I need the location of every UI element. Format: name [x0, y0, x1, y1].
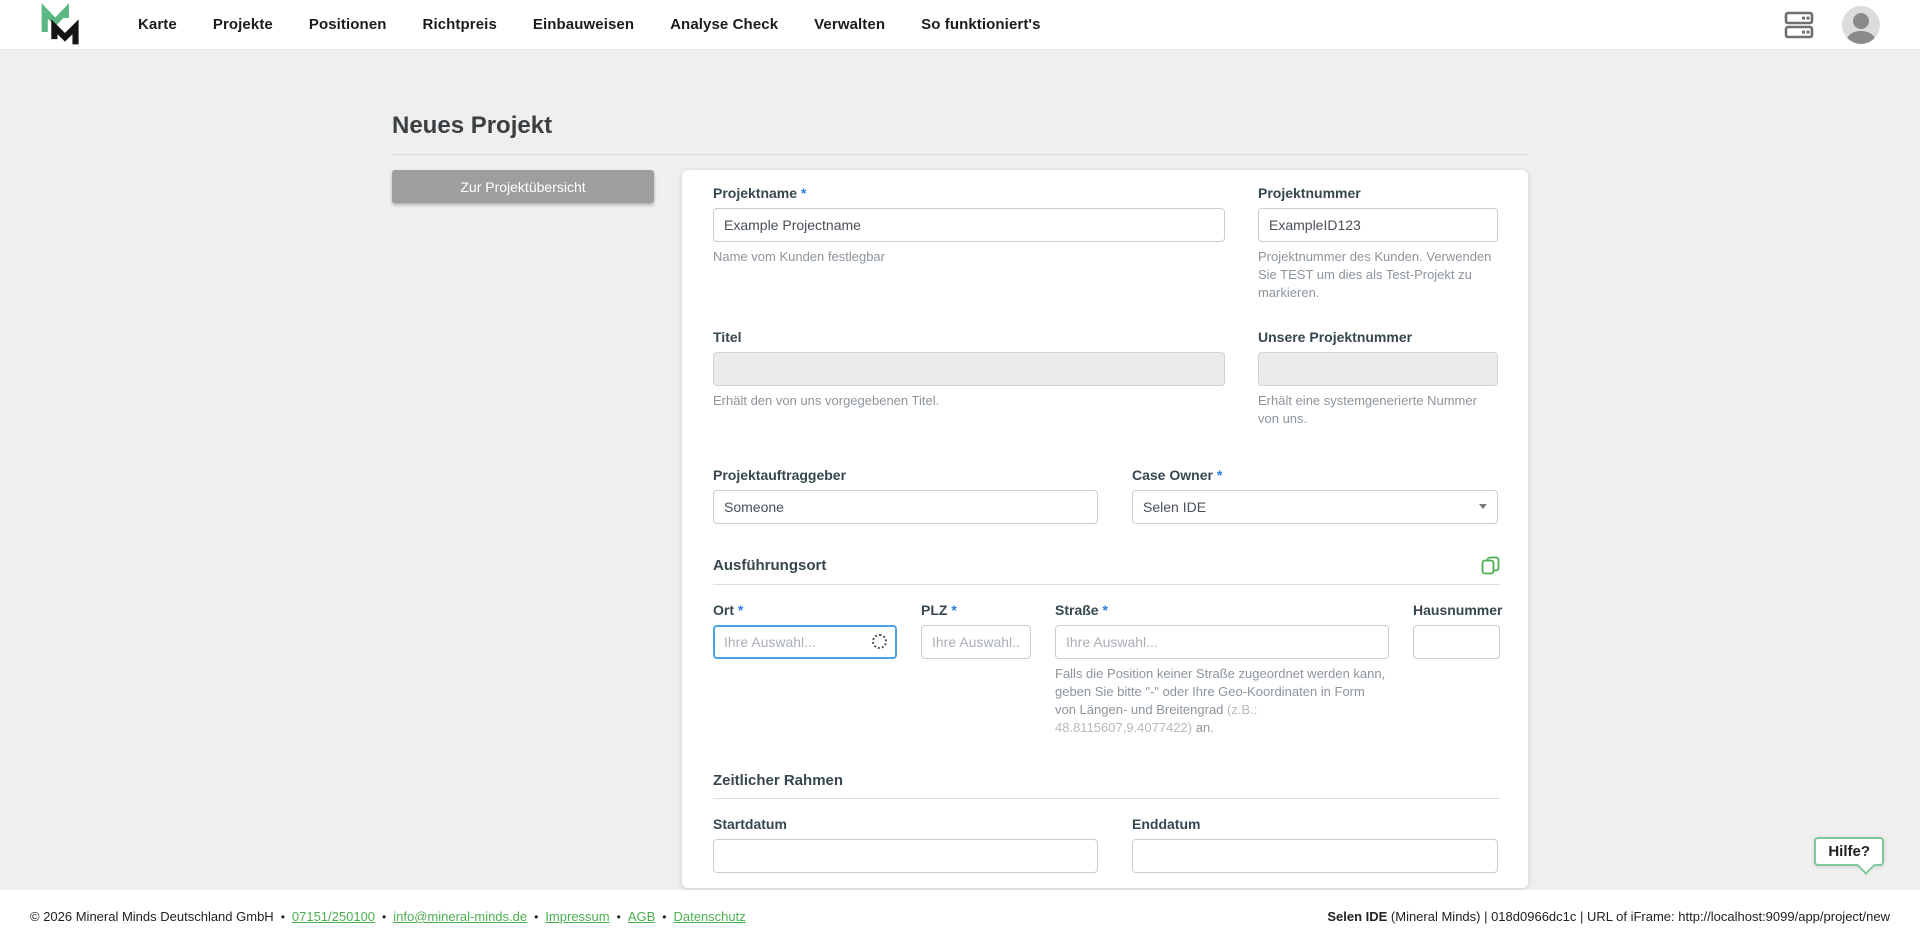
field-strasse: Straße Falls die Position keiner Straße …	[1055, 601, 1389, 737]
top-navigation-bar: Karte Projekte Positionen Richtpreis Ein…	[0, 0, 1920, 50]
unsere-projektnummer-input	[1258, 352, 1498, 386]
zeitlicher-rahmen-heading: Zeitlicher Rahmen	[713, 772, 843, 789]
nav-item-karte[interactable]: Karte	[138, 16, 177, 33]
ausfuehrungsort-heading: Ausführungsort	[713, 557, 826, 574]
section-zeitlicher-rahmen: Zeitlicher Rahmen	[713, 772, 1500, 799]
ort-label: Ort	[713, 601, 897, 619]
project-overview-button[interactable]: Zur Projektübersicht	[392, 170, 654, 203]
footer-link-impressum[interactable]: Impressum	[545, 909, 609, 924]
user-avatar-icon[interactable]	[1842, 6, 1880, 44]
strasse-label: Straße	[1055, 601, 1389, 619]
startdatum-input[interactable]	[713, 839, 1098, 873]
field-startdatum: Startdatum	[713, 815, 1098, 873]
strasse-input[interactable]	[1055, 625, 1389, 659]
footer-separator	[527, 909, 545, 924]
field-enddatum: Enddatum	[1132, 815, 1498, 873]
case-owner-select[interactable]: Selen IDE	[1132, 490, 1498, 524]
field-hausnummer: Hausnummer	[1413, 601, 1500, 737]
nav-item-projekte[interactable]: Projekte	[213, 16, 273, 33]
left-column: Zur Projektübersicht	[392, 170, 654, 888]
hausnummer-input[interactable]	[1413, 625, 1500, 659]
field-ort: Ort	[713, 601, 897, 737]
projektnummer-input[interactable]	[1258, 208, 1498, 242]
server-rack-icon[interactable]	[1782, 10, 1816, 40]
page-title: Neues Projekt	[392, 112, 1528, 140]
nav-item-so-funktionierts[interactable]: So funktioniert's	[921, 16, 1040, 33]
enddatum-input[interactable]	[1132, 839, 1498, 873]
nav-item-einbauweisen[interactable]: Einbauweisen	[533, 16, 634, 33]
footer-link-agb[interactable]: AGB	[628, 909, 655, 924]
projektname-label: Projektname	[713, 184, 1225, 202]
field-titel: Titel Erhält den von uns vorgegebenen Ti…	[713, 328, 1225, 428]
nav-item-richtpreis[interactable]: Richtpreis	[423, 16, 497, 33]
field-unsere-projektnummer: Unsere Projektnummer Erhält eine systemg…	[1258, 328, 1498, 428]
case-owner-label: Case Owner	[1132, 466, 1498, 484]
field-projektname: Projektname Name vom Kunden festlegbar	[713, 184, 1225, 302]
projektauftraggeber-label: Projektauftraggeber	[713, 466, 1098, 484]
footer-copyright: © 2026 Mineral Minds Deutschland GmbH	[30, 909, 274, 924]
field-projektnummer: Projektnummer Projektnummer des Kunden. …	[1258, 184, 1498, 302]
titel-input	[713, 352, 1225, 386]
footer-session-details: (Mineral Minds) | 018d0966dc1c | URL of …	[1387, 909, 1890, 924]
main-content: Neues Projekt Zur Projektübersicht Proje…	[0, 50, 1920, 890]
startdatum-label: Startdatum	[713, 815, 1098, 833]
projektnummer-label: Projektnummer	[1258, 184, 1498, 202]
footer-separator	[375, 909, 393, 924]
nav-item-verwalten[interactable]: Verwalten	[814, 16, 885, 33]
title-divider	[392, 154, 1528, 155]
main-menu: Karte Projekte Positionen Richtpreis Ein…	[138, 16, 1041, 33]
avatar-shoulders	[1847, 31, 1875, 44]
titel-label: Titel	[713, 328, 1225, 346]
footer-separator	[655, 909, 673, 924]
field-projektauftraggeber: Projektauftraggeber	[713, 466, 1098, 524]
loading-spinner-icon	[872, 634, 887, 649]
footer-user-name: Selen IDE	[1327, 909, 1387, 924]
ort-input[interactable]	[713, 625, 897, 659]
hausnummer-label: Hausnummer	[1413, 601, 1500, 619]
unsere-projektnummer-help: Erhält eine systemgenerierte Nummer von …	[1258, 392, 1498, 428]
projektname-help: Name vom Kunden festlegbar	[713, 248, 1225, 266]
logo-icon	[38, 3, 84, 47]
footer-separator	[610, 909, 628, 924]
field-case-owner: Case Owner Selen IDE	[1132, 466, 1498, 524]
header-actions	[1782, 6, 1880, 44]
footer: © 2026 Mineral Minds Deutschland GmbH 07…	[0, 890, 1920, 943]
chevron-down-icon	[1479, 504, 1487, 509]
strasse-help: Falls die Position keiner Straße zugeord…	[1055, 665, 1389, 737]
help-button[interactable]: Hilfe?	[1814, 837, 1884, 866]
titel-help: Erhält den von uns vorgegebenen Titel.	[713, 392, 1225, 410]
section-ausfuehrungsort: Ausführungsort	[713, 556, 1500, 585]
unsere-projektnummer-label: Unsere Projektnummer	[1258, 328, 1498, 346]
mineral-minds-logo[interactable]	[38, 3, 84, 47]
projektname-input[interactable]	[713, 208, 1225, 242]
field-plz: PLZ	[921, 601, 1031, 737]
footer-session-info: Selen IDE (Mineral Minds) | 018d0966dc1c…	[1327, 909, 1890, 924]
plz-label: PLZ	[921, 601, 1031, 619]
footer-link-phone[interactable]: 07151/250100	[292, 909, 375, 924]
nav-item-analyse-check[interactable]: Analyse Check	[670, 16, 778, 33]
copy-icon[interactable]	[1481, 556, 1500, 575]
footer-separator	[274, 909, 292, 924]
projektauftraggeber-input[interactable]	[713, 490, 1098, 524]
footer-link-email[interactable]: info@mineral-minds.de	[393, 909, 527, 924]
new-project-form-card: Projektname Name vom Kunden festlegbar P…	[682, 170, 1528, 888]
case-owner-value: Selen IDE	[1143, 499, 1206, 515]
enddatum-label: Enddatum	[1132, 815, 1498, 833]
nav-item-positionen[interactable]: Positionen	[309, 16, 387, 33]
projektnummer-help: Projektnummer des Kunden. Verwenden Sie …	[1258, 248, 1498, 302]
avatar-head	[1853, 13, 1869, 29]
footer-company-info: © 2026 Mineral Minds Deutschland GmbH 07…	[30, 909, 746, 924]
footer-link-datenschutz[interactable]: Datenschutz	[673, 909, 745, 924]
plz-input[interactable]	[921, 625, 1031, 659]
